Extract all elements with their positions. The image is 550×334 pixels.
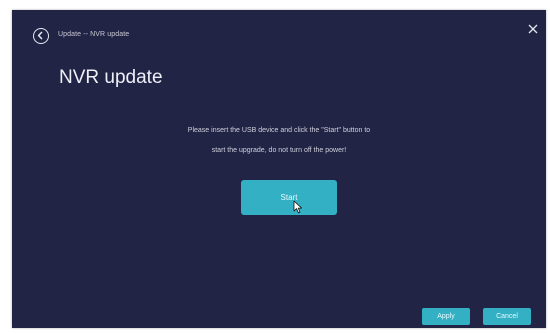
instruction-line-1: Please insert the USB device and click t… bbox=[187, 127, 371, 134]
instruction-line-2: start the upgrade, do not turn off the p… bbox=[211, 147, 347, 154]
back-circle-icon bbox=[37, 31, 43, 40]
start-button[interactable]: Start bbox=[241, 180, 337, 215]
back-button[interactable] bbox=[33, 28, 49, 44]
cancel-button-label: Cancel bbox=[496, 313, 518, 320]
apply-button-label: Apply bbox=[437, 313, 455, 320]
page-title: NVR update bbox=[59, 67, 163, 88]
close-icon bbox=[528, 24, 538, 34]
cancel-button[interactable]: Cancel bbox=[483, 308, 531, 325]
mouse-pointer-icon bbox=[293, 200, 302, 214]
apply-button[interactable]: Apply bbox=[422, 308, 470, 325]
nvr-update-dialog: Update -- NVR update NVR update Please i… bbox=[12, 10, 546, 328]
close-button[interactable] bbox=[526, 22, 540, 36]
breadcrumb: Update -- NVR update bbox=[58, 31, 130, 38]
